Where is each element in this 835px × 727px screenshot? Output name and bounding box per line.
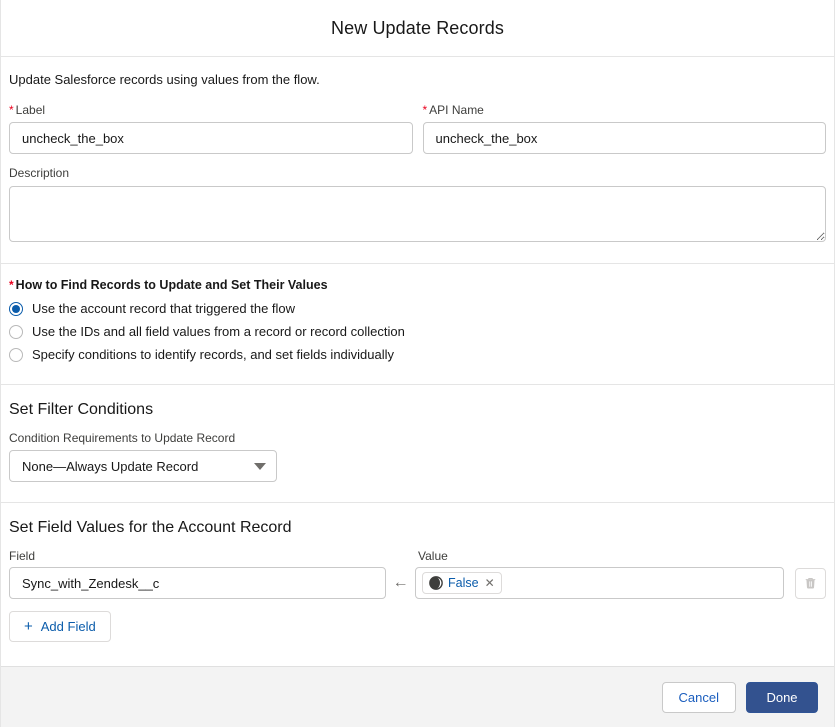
how-to-find-legend-text: How to Find Records to Update and Set Th… [15, 277, 328, 292]
global-constant-icon [429, 576, 443, 591]
description-field-label: Description [9, 166, 70, 181]
value-pill-label: False [448, 576, 479, 591]
label-api-row: *Label *API Name [9, 103, 826, 155]
modal-header: New Update Records [1, 0, 834, 57]
field-values-section-heading: Set Field Values for the Account Record [9, 519, 292, 537]
add-field-button-label: Add Field [40, 619, 96, 635]
basic-info-section: Update Salesforce records using values f… [1, 57, 834, 263]
required-asterisk: * [9, 277, 14, 292]
set-filter-conditions-section: Set Filter Conditions Condition Requirem… [1, 385, 834, 503]
radio-option-label: Use the IDs and all field values from a … [32, 324, 405, 340]
plus-icon: + [24, 618, 33, 636]
radio-button-icon[interactable] [9, 302, 23, 317]
table-row: ← False ✕ [9, 567, 826, 600]
add-field-button[interactable]: + Add Field [9, 611, 111, 643]
label-field-label-text: Label [15, 102, 46, 117]
required-asterisk: * [422, 102, 428, 117]
delete-row-button[interactable] [795, 567, 826, 599]
how-to-find-radio-group: * How to Find Records to Update and Set T… [9, 264, 826, 384]
filter-section-heading: Set Filter Conditions [9, 400, 154, 418]
field-value-header-labels: Field Value [9, 549, 826, 563]
api-name-field-label: * API Name [423, 103, 827, 119]
label-field-label: * Label [9, 103, 413, 119]
required-asterisk: * [9, 102, 14, 117]
set-field-values-section: Set Field Values for the Account Record … [1, 503, 834, 660]
api-name-input[interactable] [422, 122, 826, 155]
trash-icon [805, 577, 816, 589]
modal-body: Update Salesforce records using values f… [1, 57, 834, 666]
radio-option-ids-and-values[interactable]: Use the IDs and all field values from a … [9, 322, 826, 343]
page-title: New Update Records [331, 17, 504, 38]
radio-option-triggering-record[interactable]: Use the account record that triggered th… [9, 299, 826, 320]
how-to-find-legend: * How to Find Records to Update and Set T… [9, 278, 826, 292]
intro-description: Update Salesforce records using values f… [9, 72, 320, 87]
label-input[interactable] [9, 122, 413, 155]
field-column-label: Field [9, 549, 36, 564]
value-pill[interactable]: False ✕ [422, 572, 502, 595]
close-icon[interactable]: ✕ [485, 577, 495, 589]
condition-requirements-select-wrap[interactable]: None—Always Update Record [9, 450, 277, 483]
radio-option-specify-conditions[interactable]: Specify conditions to identify records, … [9, 345, 826, 366]
radio-button-icon[interactable] [9, 348, 23, 363]
arrow-left-icon: ← [392, 574, 409, 592]
add-field-wrapper: + Add Field [9, 599, 826, 660]
modal-footer: Cancel Done [1, 666, 834, 727]
done-button[interactable]: Done [746, 681, 818, 713]
description-textarea[interactable] [9, 185, 826, 242]
condition-requirements-select[interactable]: None—Always Update Record [9, 450, 277, 483]
condition-requirements-label: Condition Requirements to Update Record [9, 430, 236, 445]
radio-option-label: Use the account record that triggered th… [32, 301, 296, 317]
value-input[interactable]: False ✕ [415, 567, 785, 600]
field-value-row-container: Field Value ← [9, 537, 826, 660]
api-name-field-label-text: API Name [429, 102, 484, 117]
cancel-button[interactable]: Cancel [661, 681, 736, 713]
value-column-label: Value [418, 549, 448, 564]
new-update-records-modal: New Update Records Update Salesforce rec… [0, 0, 835, 727]
radio-option-label: Specify conditions to identify records, … [32, 347, 395, 363]
api-name-field-group: * API Name [422, 103, 827, 155]
field-name-input[interactable] [9, 567, 387, 600]
description-field-group: Description [9, 166, 826, 263]
label-field-group: * Label [9, 103, 413, 155]
condition-requirements-group: Condition Requirements to Update Record … [9, 419, 826, 503]
radio-button-icon[interactable] [9, 325, 23, 340]
how-to-find-section: * How to Find Records to Update and Set T… [1, 264, 834, 384]
